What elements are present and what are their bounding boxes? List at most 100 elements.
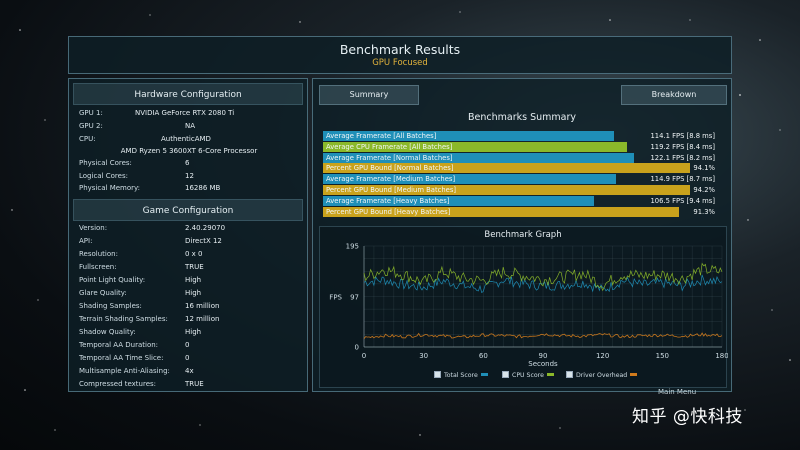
checkbox-icon[interactable] — [434, 370, 441, 378]
legend-swatch — [546, 372, 554, 376]
summary-bar-row: Average Framerate [All Batches] 114.1 FPS… — [323, 131, 725, 141]
hardware-row: Physical Memory: 16286 MB — [79, 182, 299, 194]
page-title: Benchmark Results — [339, 42, 461, 57]
hardware-row: Logical Cores: 12 — [79, 170, 299, 182]
graph-canvas: 195 97 0 FPS 0 30 60 90 120 150 180 Seconds — [329, 243, 728, 369]
game-row: Shading Samples: 16 million — [79, 300, 299, 312]
summary-bar-row: Average Framerate [Normal Batches] 122.1 … — [323, 152, 725, 163]
row-label: Glare Quality: — [79, 289, 127, 297]
y-tick-label: 0 — [355, 344, 359, 352]
checkbox-icon[interactable] — [502, 370, 509, 378]
row-value: High — [185, 276, 202, 284]
game-config-heading: Game Configuration — [73, 199, 303, 221]
row-label: Physical Cores: — [79, 159, 132, 167]
summary-bar-label: Percent GPU Bound [Normal Batches] — [326, 164, 454, 173]
legend-label: Total Score — [444, 372, 478, 379]
row-label: Temporal AA Duration: — [79, 341, 159, 349]
watermark: 知乎 @快科技 — [632, 407, 743, 427]
row-label: Logical Cores: — [79, 172, 128, 180]
legend-cpu-score[interactable]: CPU Score — [502, 370, 554, 381]
row-value: 16 million — [185, 302, 220, 310]
row-value: 6 — [185, 159, 190, 167]
row-value: AMD Ryzen 5 3600XT 6-Core Processor — [120, 147, 258, 155]
summary-bar-label: Percent GPU Bound [Heavy Batches] — [326, 207, 451, 216]
x-tick-label: 60 — [479, 352, 488, 360]
hardware-row: Physical Cores: 6 — [79, 157, 299, 169]
row-label: API: — [79, 237, 93, 245]
row-value: 12 million — [185, 315, 220, 323]
legend-total-score[interactable]: Total Score — [434, 370, 488, 381]
hardware-row: AMD Ryzen 5 3600XT 6-Core Processor — [79, 145, 299, 157]
hardware-row: GPU 1: NVIDIA GeForce RTX 2080 Ti — [79, 107, 299, 119]
hardware-row: GPU 2: NA — [79, 120, 299, 132]
hardware-config-heading: Hardware Configuration — [73, 83, 303, 105]
header-bar: Benchmark Results GPU Focused — [68, 36, 732, 74]
row-label: Resolution: — [79, 250, 118, 258]
summary-bar-label: Average Framerate [Heavy Batches] — [326, 196, 450, 205]
summary-bar-row: Average Framerate [Medium Batches] 114.9 … — [323, 174, 725, 185]
summary-bar-row: Average Framerate [Heavy Batches] 106.5 F… — [323, 195, 725, 206]
summary-bar-label: Average CPU Framerate [All Batches] — [326, 142, 453, 151]
results-panel: Summary Breakdown Benchmarks Summary Ave… — [312, 78, 732, 392]
y-axis-label: FPS — [329, 293, 342, 301]
summary-bar-value: 91.3% — [693, 207, 715, 216]
row-label: Shading Samples: — [79, 302, 142, 310]
tab-breakdown[interactable]: Breakdown — [621, 85, 727, 105]
row-value: 16286 MB — [185, 184, 221, 192]
legend-label: CPU Score — [512, 372, 544, 379]
x-tick-label: 90 — [539, 352, 548, 360]
game-row: Temporal AA Duration: 0 — [79, 339, 299, 351]
summary-bar-label: Percent GPU Bound [Medium Batches] — [326, 186, 457, 194]
game-row: Fullscreen: TRUE — [79, 261, 299, 273]
row-value: NA — [185, 122, 196, 130]
summary-bar-value: 119.2 FPS [8.4 ms] — [650, 142, 715, 151]
row-label: Temporal AA Time Slice: — [79, 354, 164, 362]
checkbox-icon[interactable] — [566, 370, 573, 378]
hardware-row: CPU: AuthenticAMD — [79, 133, 299, 145]
row-value: TRUE — [185, 380, 204, 388]
game-row: Version: 2.40.29070 — [79, 222, 299, 234]
row-value: 0 — [185, 354, 190, 362]
game-row: Glare Quality: High — [79, 287, 299, 299]
game-row: Multisample Anti-Aliasing: 4x — [79, 365, 299, 377]
row-value: NVIDIA GeForce RTX 2080 Ti — [135, 109, 235, 117]
row-value: 0 x 0 — [185, 250, 203, 258]
game-row: Shadow Quality: High — [79, 326, 299, 338]
row-label: Shadow Quality: — [79, 328, 136, 336]
legend-driver-overhead[interactable]: Driver Overhead — [566, 370, 638, 381]
x-axis-label: Seconds — [528, 360, 558, 368]
summary-bar-label: Average Framerate [All Batches] — [326, 132, 437, 140]
row-label: Multisample Anti-Aliasing: — [79, 367, 170, 375]
summary-bar-value: 114.9 FPS [8.7 ms] — [650, 175, 715, 184]
y-tick-label: 195 — [346, 243, 359, 251]
row-label: GPU 1: — [79, 109, 103, 117]
x-tick-label: 120 — [596, 352, 609, 360]
game-row: Terrain Shading Samples: 12 million — [79, 313, 299, 325]
row-label: Version: — [79, 224, 108, 232]
summary-bar-value: 106.5 FPS [9.4 ms] — [650, 196, 715, 205]
game-row: Temporal AA Time Slice: 0 — [79, 352, 299, 364]
x-tick-label: 150 — [656, 352, 669, 360]
summary-bar-row: Average CPU Framerate [All Batches] 119.2… — [323, 141, 725, 152]
row-value: AuthenticAMD — [161, 135, 211, 143]
configuration-panel: Hardware Configuration GPU 1: NVIDIA GeFo… — [68, 78, 308, 392]
row-label: Terrain Shading Samples: — [79, 315, 168, 323]
row-label: Physical Memory: — [79, 184, 141, 192]
legend-label: Driver Overhead — [576, 372, 628, 379]
row-label: Point Light Quality: — [79, 276, 146, 284]
row-value: High — [185, 328, 202, 336]
row-value: 12 — [185, 172, 194, 180]
x-tick-label: 0 — [362, 352, 366, 360]
row-value: 4x — [185, 367, 194, 375]
page-subtitle: GPU Focused — [372, 58, 428, 68]
summary-bar-label: Average Framerate [Normal Batches] — [326, 153, 453, 162]
main-menu-link[interactable]: Main Menu — [658, 388, 696, 396]
legend-swatch — [630, 372, 638, 376]
summary-bar-row: Percent GPU Bound [Heavy Batches] 91.3% — [323, 206, 725, 217]
tab-summary[interactable]: Summary — [319, 85, 419, 105]
game-row: Resolution: 0 x 0 — [79, 248, 299, 260]
summary-bar-label: Average Framerate [Medium Batches] — [326, 175, 456, 184]
summary-bar-row: Percent GPU Bound [Normal Batches] 94.1% — [323, 163, 725, 174]
legend-swatch — [480, 372, 488, 376]
row-label: CPU: — [79, 135, 96, 143]
